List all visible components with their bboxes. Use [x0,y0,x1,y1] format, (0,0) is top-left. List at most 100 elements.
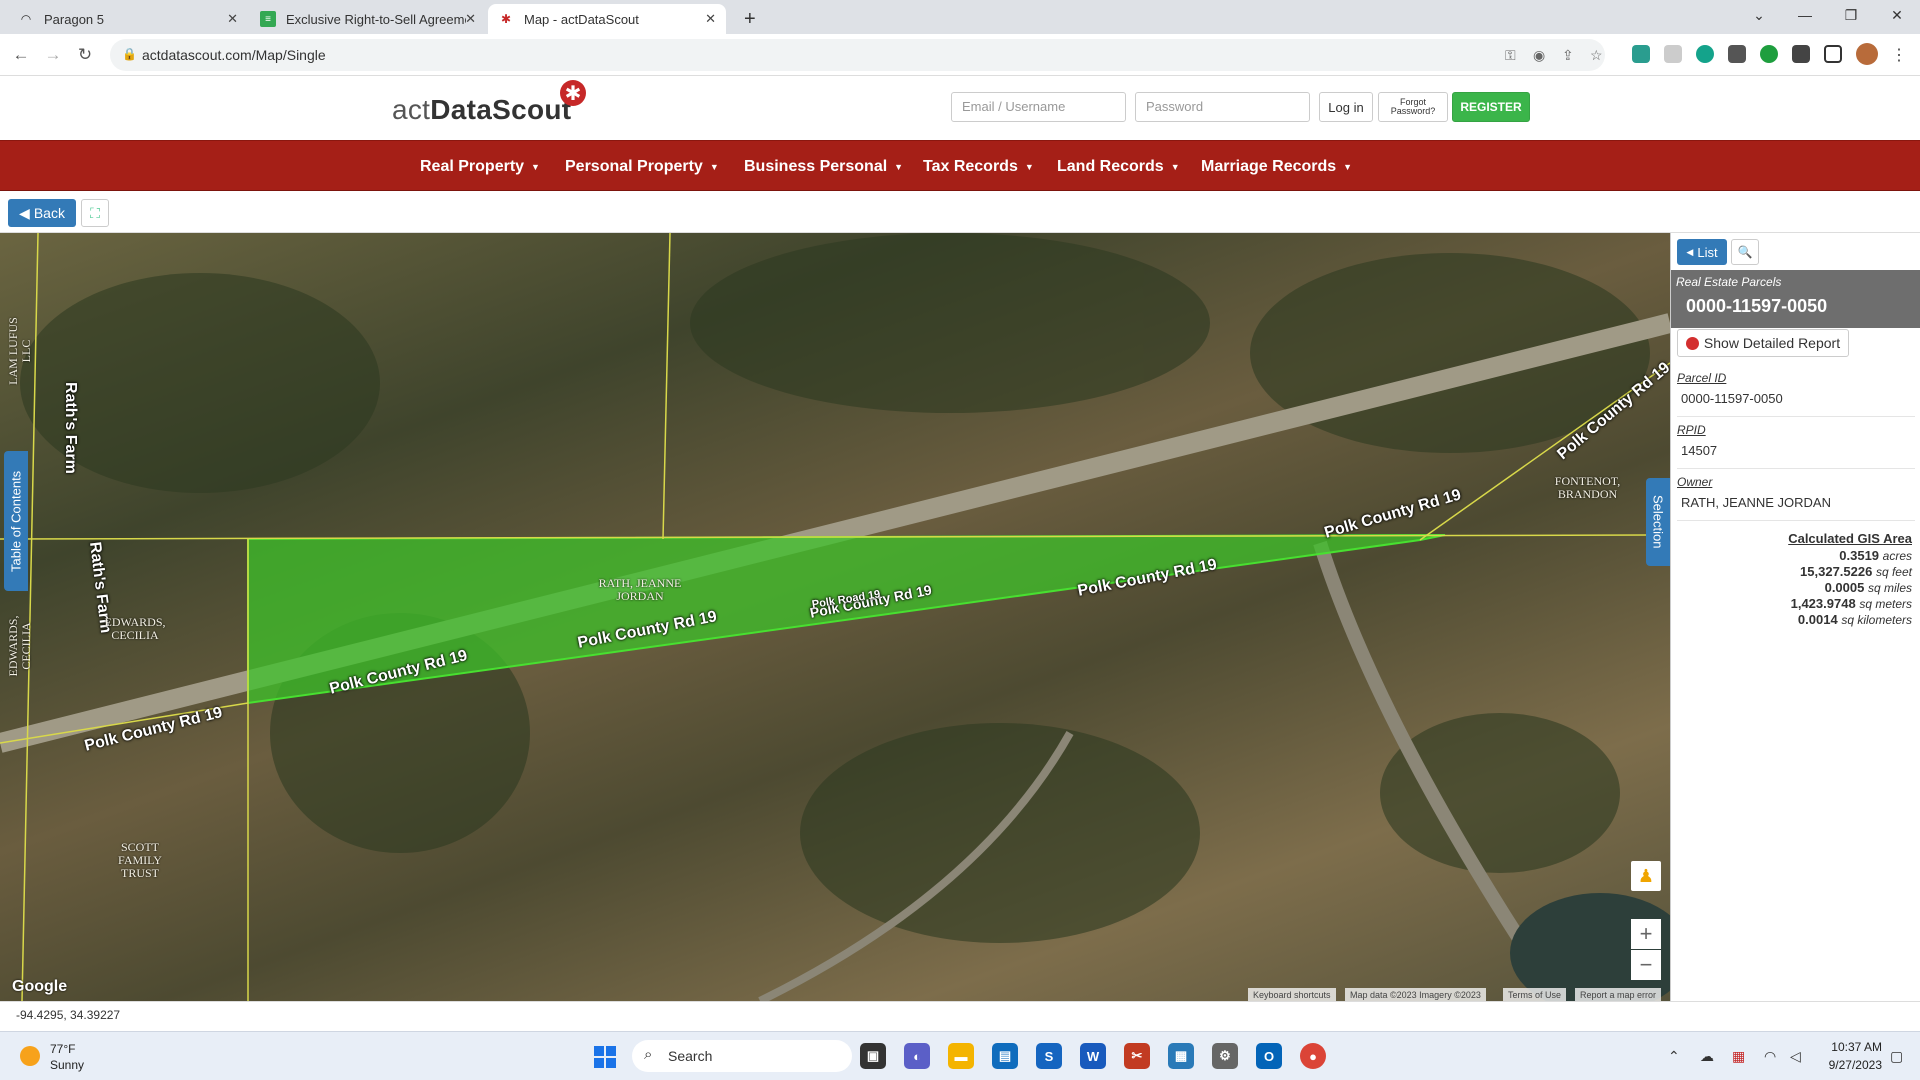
chevron-up-icon[interactable]: ⌃ [1668,1048,1680,1065]
nav-real-property[interactable]: Real Property ▼ [420,141,540,192]
file-explorer-icon[interactable]: ▬ [948,1043,974,1069]
back-button[interactable]: ◀ Back [8,199,76,227]
zoom-in-button[interactable]: + [1631,919,1661,949]
hidden-eye-icon[interactable]: ◉ [1533,47,1545,64]
nav-tax-records[interactable]: Tax Records ▼ [923,141,1034,192]
extension-icon[interactable] [1696,45,1714,63]
map-overlay [0,233,1670,1001]
back-arrow-icon[interactable]: ← [8,42,34,68]
site-header: actDataScout ✱ Email / Username Password… [0,76,1920,140]
nav-land-records[interactable]: Land Records ▼ [1057,141,1180,192]
nav-marriage-records[interactable]: Marriage Records ▼ [1201,141,1352,192]
star-icon[interactable]: ☆ [1590,47,1603,64]
tab-search-icon[interactable]: ⌄ [1736,0,1782,30]
gis-area-title: Calculated GIS Area [1788,531,1912,546]
snipping-tool-icon[interactable]: ✂ [1124,1043,1150,1069]
url-text: actdatascout.com/Map/Single [142,47,326,63]
report-icon [1685,336,1699,350]
key-icon[interactable]: ⚿ [1505,47,1516,64]
browser-tab-paragon[interactable]: ◠ Paragon 5 ✕ [8,4,248,34]
login-button[interactable]: Log in [1319,92,1373,122]
maximize-button[interactable]: ❐ [1828,0,1874,30]
paragon-icon: ◠ [20,12,32,26]
logo[interactable]: actDataScout [392,94,571,126]
minimize-button[interactable]: — [1782,0,1828,30]
browser-tab-agreement[interactable]: ≡ Exclusive Right-to-Sell Agreemen ✕ [250,4,486,34]
new-tab-button[interactable]: + [734,4,764,34]
share-icon[interactable]: ⇪ [1562,47,1574,64]
lock-icon: 🔒 [122,47,137,61]
close-icon[interactable]: ✕ [705,11,716,27]
word-icon[interactable]: W [1080,1043,1106,1069]
teams-icon[interactable]: ◐ [904,1043,930,1069]
notification-icon[interactable]: ▢ [1890,1048,1903,1065]
side-panel-icon[interactable] [1824,45,1842,63]
browser-tab-strip: ◠ Paragon 5 ✕ ≡ Exclusive Right-to-Sell … [0,0,1920,34]
report-error-link[interactable]: Report a map error [1575,988,1662,1001]
rpid-label[interactable]: RPID [1677,423,1706,437]
weather-temp[interactable]: 77°F [50,1042,75,1056]
show-detailed-report-button[interactable]: Show Detailed Report [1677,329,1849,357]
chrome-icon[interactable]: ● [1300,1043,1326,1069]
caret-down-icon: ▼ [1170,161,1180,172]
settings-gear-icon[interactable]: ⚙ [1212,1043,1238,1069]
caret-down-icon: ▼ [894,161,904,172]
url-field[interactable]: 🔒 actdatascout.com/Map/Single ⚿ ◉ ⇪ ☆ [110,39,1605,71]
close-icon[interactable]: ✕ [227,11,238,27]
close-icon[interactable]: ✕ [465,11,476,27]
parcel-id-label[interactable]: Parcel ID [1677,371,1726,385]
password-field[interactable]: Password [1135,92,1310,122]
zoom-out-button[interactable]: − [1631,950,1661,980]
table-of-contents-tab[interactable]: Table of Contents [4,451,28,591]
extension-icon[interactable] [1632,45,1650,63]
nav-personal-property[interactable]: Personal Property ▼ [565,141,719,192]
selection-tab[interactable]: Selection [1646,478,1670,566]
store-icon[interactable]: ▤ [992,1043,1018,1069]
fullscreen-button[interactable]: ⛶ [81,199,109,227]
terms-link[interactable]: Terms of Use [1503,988,1567,1001]
calendar-badge-icon[interactable]: ▦ [1732,1048,1745,1065]
avatar[interactable] [1856,43,1878,65]
browser-tab-map[interactable]: ✱ Map - actDataScout ✕ [488,4,726,34]
speaker-icon[interactable]: ◁ [1790,1048,1801,1065]
outlook-icon[interactable]: O [1256,1043,1282,1069]
gis-area-row: 1,423.9748 sq meters [1790,596,1912,611]
extension-icon[interactable] [1728,45,1746,63]
parcel-category: Real Estate Parcels [1676,275,1782,289]
keyboard-shortcuts-link[interactable]: Keyboard shortcuts [1248,988,1336,1001]
wifi-icon[interactable]: ◠ [1764,1048,1776,1065]
register-button[interactable]: REGISTER [1452,92,1530,122]
datascout-icon: ✱ [500,12,512,26]
email-field[interactable]: Email / Username [951,92,1126,122]
caret-left-icon: ◀ [1686,246,1694,257]
owner-value: RATH, JEANNE JORDAN [1677,495,1915,521]
weather-condition[interactable]: Sunny [50,1058,84,1072]
clock-time[interactable]: 10:37 AM [1822,1040,1882,1054]
map-view[interactable]: Polk County Rd 19 Polk County Rd 19 Polk… [0,233,1670,1001]
search-icon[interactable]: 🔍 [1731,239,1759,265]
windows-start-icon[interactable] [594,1046,616,1068]
selected-parcel[interactable] [247,534,1446,705]
taskbar-search[interactable]: ⌕ Search [632,1040,852,1072]
task-view-icon[interactable]: ▣ [860,1043,886,1069]
owner-label[interactable]: Owner [1677,475,1712,489]
close-window-button[interactable]: ✕ [1874,0,1920,30]
extension-icon[interactable] [1664,45,1682,63]
extension-icon[interactable] [1760,45,1778,63]
forward-arrow-icon[interactable]: → [40,42,66,68]
cloud-icon[interactable]: ☁ [1700,1048,1714,1065]
pegman-icon[interactable]: ♟ [1631,861,1661,891]
calculator-icon[interactable]: ▦ [1168,1043,1194,1069]
search-icon: ⌕ [644,1046,653,1063]
more-icon[interactable]: ⋮ [1890,45,1908,64]
puzzle-icon[interactable] [1792,45,1810,63]
owner-label-rath: RATH, JEANNE JORDAN [598,576,682,603]
reload-icon[interactable]: ↻ [72,42,98,68]
nav-business-personal[interactable]: Business Personal ▼ [744,141,903,192]
doc-icon: ≡ [260,11,276,27]
forgot-password-button[interactable]: Forgot Password? [1378,92,1448,122]
clock-date[interactable]: 9/27/2023 [1812,1058,1882,1072]
app-s-icon[interactable]: S [1036,1043,1062,1069]
list-button[interactable]: ◀ List [1677,239,1727,265]
sun-icon[interactable] [20,1046,40,1066]
